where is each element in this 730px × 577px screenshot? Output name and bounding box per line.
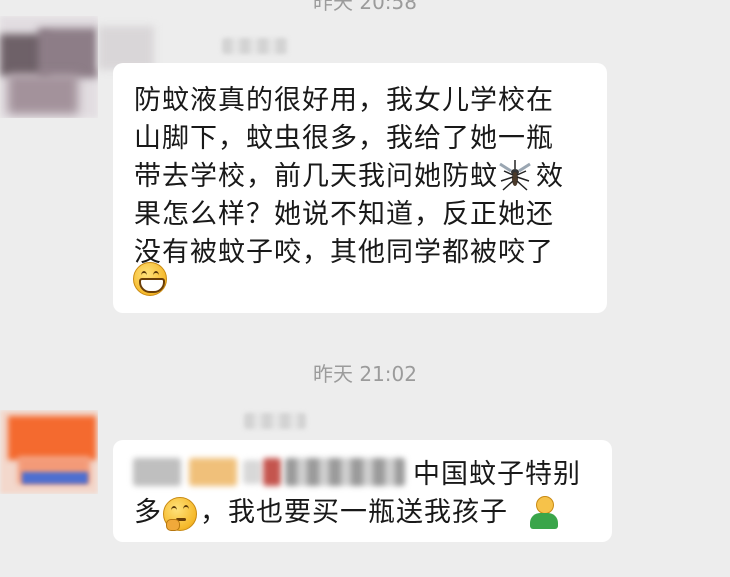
redacted-text bbox=[189, 458, 237, 486]
message-bubble[interactable]: 防蚊液真的很好用，我女儿学校在 山脚下，蚊虫很多，我给了她一瓶 带去学校，前几天… bbox=[113, 63, 607, 313]
redacted-text bbox=[263, 458, 281, 486]
redacted-text bbox=[133, 458, 181, 486]
timestamp-middle: 昨天 21:02 bbox=[313, 362, 417, 386]
sender-name-redacted bbox=[244, 413, 306, 429]
message-line: 没有被蚊子咬，其他同学都被咬了 bbox=[134, 237, 554, 268]
message-line: ，我也要买一瓶送我孩子 bbox=[200, 497, 508, 528]
grinning-face-emoji bbox=[133, 262, 167, 296]
avatar[interactable] bbox=[0, 410, 98, 494]
message-line: 果怎么样？她说不知道，反正她还 bbox=[134, 199, 554, 230]
message-bubble[interactable]: 中国蚊子特别 多 ，我也要买一瓶送我孩子 bbox=[113, 440, 612, 542]
redacted-text bbox=[285, 458, 405, 486]
timestamp-top: 昨天 20:58 bbox=[313, 0, 417, 14]
message-line: 防蚊液真的很好用，我女儿学校在 bbox=[134, 85, 554, 116]
message-line: 山脚下，蚊虫很多，我给了她一瓶 bbox=[134, 123, 554, 154]
message-line: 效 bbox=[536, 161, 564, 192]
message-line: 中国蚊子特别 bbox=[413, 459, 581, 490]
mosquito-emoji bbox=[499, 160, 531, 191]
message-line: 多 bbox=[134, 497, 162, 528]
person-emoji bbox=[527, 496, 561, 530]
avatar[interactable] bbox=[0, 16, 98, 118]
thinking-face-emoji bbox=[163, 497, 197, 531]
message-line: 带去学校，前几天我问她防蚊 bbox=[134, 161, 498, 192]
redacted-text bbox=[243, 460, 261, 484]
sender-name-redacted bbox=[222, 38, 288, 54]
